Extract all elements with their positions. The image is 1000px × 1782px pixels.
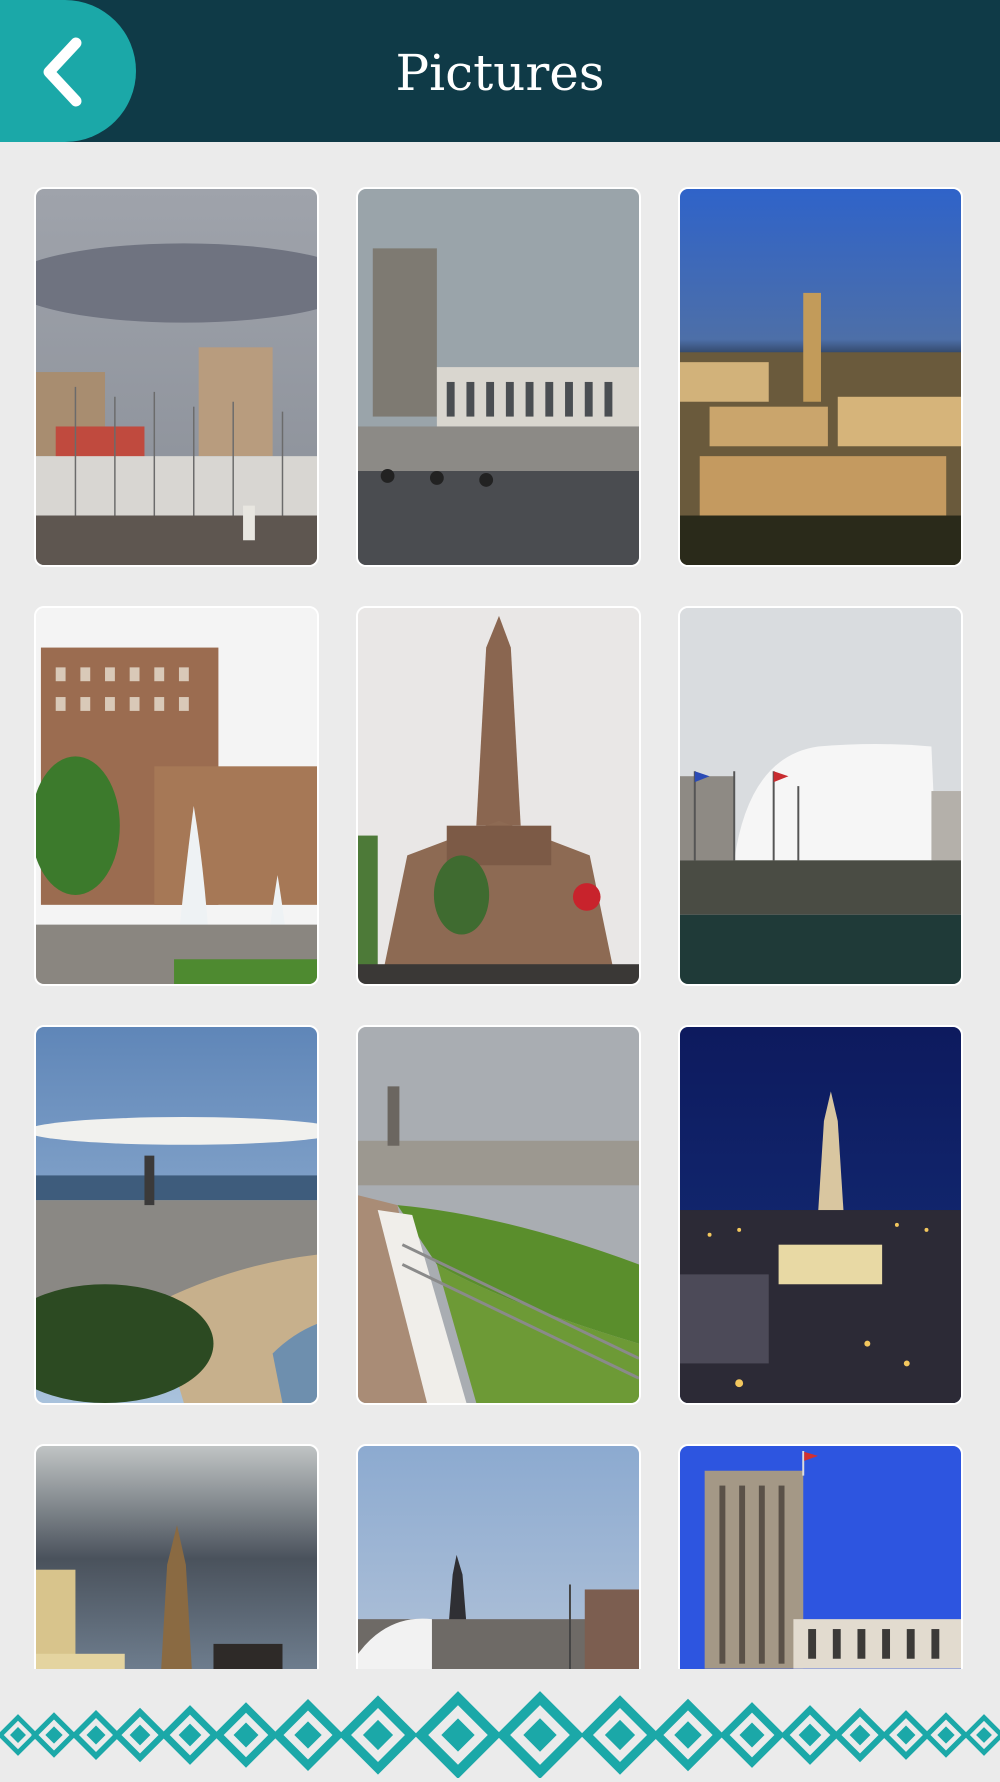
diamond-shape: [923, 1712, 969, 1758]
app-header: Pictures: [0, 0, 1000, 142]
photo-fountain-buildings[interactable]: [34, 606, 319, 986]
chevron-left-icon: [43, 37, 82, 107]
photo-town-hall-tower[interactable]: [678, 1444, 963, 1669]
diamond-shape: [780, 1705, 840, 1765]
photo-church-tower[interactable]: [356, 606, 641, 986]
diamond-shape: [963, 1714, 1000, 1756]
diamond-shape: [160, 1705, 220, 1765]
footer-decoration: [0, 1669, 1000, 1779]
photo-skyline-distance[interactable]: [356, 1444, 641, 1669]
diamond-pattern-icon: [0, 1691, 1000, 1779]
diamond-shape: [338, 1695, 418, 1775]
page-title: Pictures: [395, 44, 605, 102]
diamond-shape: [580, 1695, 660, 1775]
diamond-shape: [112, 1707, 168, 1763]
back-button[interactable]: [0, 0, 136, 142]
photo-marina[interactable]: [34, 187, 319, 567]
diamond-shape: [832, 1707, 888, 1763]
diamond-shape: [719, 1702, 785, 1768]
photo-volcano-white-building[interactable]: [678, 606, 963, 986]
diamond-shape: [651, 1698, 725, 1772]
diamond-shape: [271, 1698, 345, 1772]
photo-beach-panorama[interactable]: [34, 1025, 319, 1405]
photo-city-sunset-aerial[interactable]: [678, 187, 963, 567]
photo-tower-cloudy-sky[interactable]: [34, 1444, 319, 1669]
diamond-shape: [496, 1691, 584, 1779]
diamond-shape: [213, 1702, 279, 1768]
photo-town-hall-square[interactable]: [356, 187, 641, 567]
diamond-shape: [31, 1712, 77, 1758]
photo-grid[interactable]: [0, 142, 1000, 1669]
diamond-shape: [414, 1691, 502, 1779]
photo-city-night[interactable]: [678, 1025, 963, 1405]
photo-promenade-lawn[interactable]: [356, 1025, 641, 1405]
